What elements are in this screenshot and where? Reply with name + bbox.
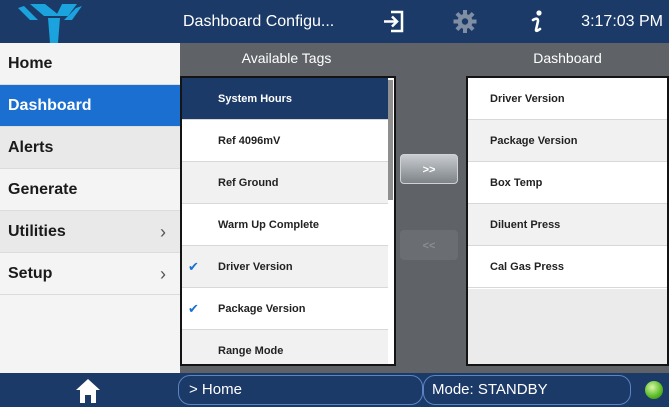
list-item-label: Box Temp bbox=[490, 177, 543, 189]
mode-status: Mode: STANDBY bbox=[423, 375, 631, 405]
list-item[interactable]: Box Temp bbox=[468, 162, 667, 204]
page-title: Dashboard Configu... bbox=[183, 13, 335, 30]
list-item-label: Diluent Press bbox=[490, 219, 561, 231]
check-icon: ✔ bbox=[188, 301, 199, 316]
list-item-label: System Hours bbox=[218, 93, 292, 105]
dashboard-list[interactable]: Driver Version Package Version Box Temp … bbox=[466, 76, 669, 366]
breadcrumb: > Home bbox=[178, 375, 423, 405]
list-item[interactable]: Package Version bbox=[468, 120, 667, 162]
list-item[interactable]: ✔ Package Version bbox=[182, 288, 388, 330]
scrollbar[interactable] bbox=[388, 80, 393, 200]
clock-display: 3:17:03 PM bbox=[581, 13, 663, 30]
list-item[interactable]: Ref 4096mV bbox=[182, 120, 388, 162]
remove-from-dashboard-button[interactable]: << bbox=[400, 230, 458, 260]
list-item[interactable]: ✔ Driver Version bbox=[182, 246, 388, 288]
footer-bar: > Home Mode: STANDBY bbox=[0, 373, 669, 407]
list-item-label: Package Version bbox=[218, 303, 306, 315]
sidebar-item-label: Utilities bbox=[8, 223, 66, 240]
sidebar-item-alerts[interactable]: Alerts bbox=[0, 127, 180, 169]
list-item-label: Package Version bbox=[490, 135, 578, 147]
chevron-right-icon: › bbox=[160, 264, 166, 284]
available-tags-title: Available Tags bbox=[241, 50, 332, 66]
list-item[interactable]: Warm Up Complete bbox=[182, 204, 388, 246]
header-bar: Dashboard Configu... 3:17:03 PM bbox=[0, 0, 669, 43]
chevron-right-icon: › bbox=[160, 222, 166, 242]
list-item-label: Driver Version bbox=[490, 93, 565, 105]
sidebar-item-generate[interactable]: Generate bbox=[0, 169, 180, 211]
sidebar-item-setup[interactable]: Setup › bbox=[0, 253, 180, 295]
gear-icon[interactable] bbox=[452, 8, 478, 35]
list-item[interactable]: Driver Version bbox=[468, 78, 667, 120]
list-item-label: Ref 4096mV bbox=[218, 135, 281, 147]
add-to-dashboard-button[interactable]: >> bbox=[400, 154, 458, 184]
status-led-icon bbox=[645, 381, 663, 399]
sidebar-item-label: Generate bbox=[8, 181, 78, 198]
check-icon: ✔ bbox=[188, 259, 199, 274]
list-item-label: Warm Up Complete bbox=[218, 219, 320, 231]
sidebar-item-label: Setup bbox=[8, 265, 53, 282]
list-item[interactable]: Ref Ground bbox=[182, 162, 388, 204]
sidebar-item-label: Home bbox=[8, 55, 53, 72]
logo-icon bbox=[0, 0, 180, 43]
empty-list-area bbox=[468, 289, 667, 364]
exit-icon[interactable] bbox=[382, 8, 406, 35]
available-tags-list[interactable]: System Hours Ref 4096mV Ref Ground Warm … bbox=[180, 76, 396, 366]
sidebar-item-dashboard[interactable]: Dashboard bbox=[0, 85, 180, 127]
sidebar-item-home[interactable]: Home bbox=[0, 43, 180, 85]
info-icon[interactable] bbox=[527, 8, 547, 35]
dashboard-title: Dashboard bbox=[533, 50, 602, 66]
list-item-label: Ref Ground bbox=[218, 177, 279, 189]
sidebar-item-label: Alerts bbox=[8, 139, 54, 156]
home-icon[interactable] bbox=[0, 373, 175, 407]
app-window: Dashboard Configu... 3:17:03 PM Home Das… bbox=[0, 0, 669, 407]
sidebar-item-utilities[interactable]: Utilities › bbox=[0, 211, 180, 253]
list-item[interactable]: System Hours bbox=[182, 78, 388, 120]
sidebar-nav: Home Dashboard Alerts Generate Utilities… bbox=[0, 43, 180, 373]
list-item-label: Range Mode bbox=[218, 345, 284, 357]
sidebar-item-label: Dashboard bbox=[8, 97, 92, 114]
list-item[interactable]: Diluent Press bbox=[468, 204, 667, 246]
list-item[interactable]: Cal Gas Press bbox=[468, 246, 667, 288]
list-item[interactable]: Range Mode bbox=[182, 330, 388, 364]
list-item-label: Cal Gas Press bbox=[490, 261, 564, 273]
